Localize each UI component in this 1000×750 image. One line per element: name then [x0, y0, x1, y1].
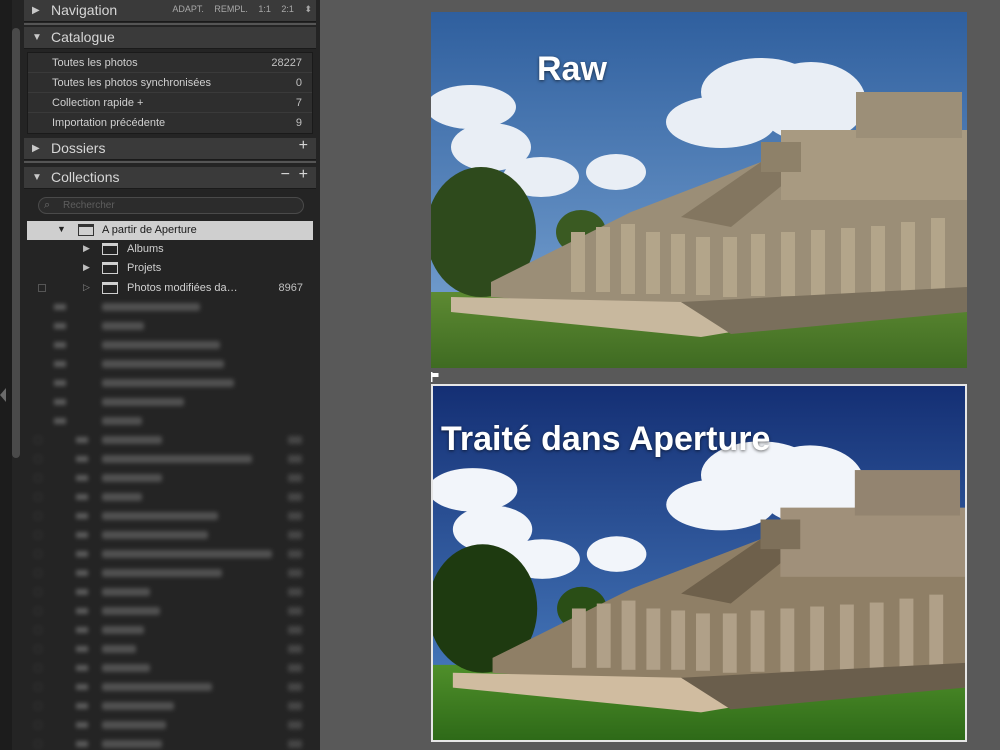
zoom-2to1-option[interactable]: 2:1: [281, 4, 294, 14]
panel-inner: ▶ Navigation ADAPT. REMPL. 1:1 2:1 ⬍ ▼ C…: [24, 0, 318, 750]
list-item[interactable]: [24, 602, 316, 621]
tree-row-count: 8967: [278, 282, 303, 294]
target-checkbox[interactable]: [38, 284, 46, 292]
dossiers-header[interactable]: ▶ Dossiers +: [24, 137, 316, 160]
collection-set-albums[interactable]: ▶ Albums: [27, 240, 313, 259]
box-icon: [102, 243, 118, 255]
box-icon: [102, 262, 118, 274]
collections-header[interactable]: ▼ Collections − +: [24, 166, 316, 189]
processed-label: Traité dans Aperture: [441, 420, 771, 458]
list-item[interactable]: [24, 298, 316, 317]
collection-photos-modifiees[interactable]: ▷ Photos modifiées da… 8967: [27, 279, 313, 298]
panel-collapse-edge[interactable]: [0, 0, 12, 750]
tree-row-label: Projets: [127, 262, 162, 274]
zoom-fill-option[interactable]: REMPL.: [214, 4, 248, 14]
catalogue-row-label: Collection rapide +: [52, 97, 144, 109]
list-item[interactable]: [24, 640, 316, 659]
triangle-right-icon[interactable]: ▶: [83, 243, 90, 254]
list-item[interactable]: [24, 564, 316, 583]
list-item[interactable]: [24, 735, 316, 750]
smart-collection-icon: [102, 282, 118, 294]
catalogue-row-count: 9: [295, 117, 302, 129]
list-item[interactable]: [24, 621, 316, 640]
list-item[interactable]: [24, 393, 316, 412]
catalogue-header[interactable]: ▼ Catalogue: [24, 27, 316, 49]
catalogue-row-count: 28227: [271, 57, 302, 69]
catalogue-row-label: Toutes les photos synchronisées: [52, 77, 211, 89]
add-collection-button[interactable]: +: [299, 166, 308, 184]
list-item[interactable]: [24, 412, 316, 431]
tree-row-label: Photos modifiées da…: [127, 282, 238, 294]
list-item[interactable]: [24, 355, 316, 374]
list-item[interactable]: [24, 336, 316, 355]
triangle-down-icon[interactable]: ▼: [32, 32, 42, 43]
triangle-right-icon[interactable]: ▶: [32, 5, 40, 16]
catalogue-row-quick-collection[interactable]: Collection rapide + 7: [28, 93, 312, 113]
list-item[interactable]: [24, 469, 316, 488]
photo-processed[interactable]: Traité dans Aperture: [431, 384, 967, 742]
list-item[interactable]: [24, 450, 316, 469]
remove-collection-button[interactable]: −: [281, 166, 290, 184]
navigation-zoom-options: ADAPT. REMPL. 1:1 2:1 ⬍: [164, 4, 312, 15]
raw-label: Raw: [537, 50, 607, 88]
add-folder-button[interactable]: +: [299, 137, 308, 155]
list-item[interactable]: [24, 374, 316, 393]
collapse-left-icon[interactable]: [0, 388, 6, 402]
catalogue-row-count: 7: [295, 97, 302, 109]
triangle-down-icon[interactable]: ▼: [57, 224, 66, 234]
navigation-title: Navigation: [51, 2, 118, 18]
temple-photo-raw: [431, 12, 967, 368]
triangle-down-icon[interactable]: ▼: [32, 172, 42, 183]
list-item[interactable]: [24, 507, 316, 526]
divider: [24, 161, 316, 163]
list-item[interactable]: [24, 716, 316, 735]
list-item[interactable]: [24, 583, 316, 602]
obscured-collection-list: [24, 298, 318, 750]
catalogue-row-previous-import[interactable]: Importation précédente 9: [28, 113, 312, 133]
catalogue-list: Toutes les photos 28227 Toutes les photo…: [27, 52, 313, 134]
catalogue-row-synced[interactable]: Toutes les photos synchronisées 0: [28, 73, 312, 93]
zoom-fit-option[interactable]: ADAPT.: [172, 4, 204, 14]
list-item[interactable]: [24, 659, 316, 678]
compare-view: Raw Traité dans Aperture: [320, 0, 1000, 750]
list-item[interactable]: [24, 317, 316, 336]
catalogue-row-label: Importation précédente: [52, 117, 166, 129]
collections-title: Collections: [51, 169, 120, 185]
catalogue-title: Catalogue: [51, 29, 115, 45]
triangle-right-icon[interactable]: ▶: [83, 262, 90, 273]
list-item[interactable]: [24, 488, 316, 507]
tree-row-label: A partir de Aperture: [102, 224, 197, 236]
catalogue-row-label: Toutes les photos: [52, 57, 138, 69]
catalogue-row-all-photos[interactable]: Toutes les photos 28227: [28, 53, 312, 73]
left-panel: ▶ Navigation ADAPT. REMPL. 1:1 2:1 ⬍ ▼ C…: [0, 0, 320, 750]
list-item[interactable]: [24, 697, 316, 716]
zoom-1to1-option[interactable]: 1:1: [258, 4, 271, 14]
collections-search-input[interactable]: ⌕ Rechercher: [38, 197, 304, 214]
collection-set-aperture[interactable]: ▼ A partir de Aperture: [27, 221, 313, 240]
dossiers-title: Dossiers: [51, 140, 106, 156]
triangle-right-icon[interactable]: ▶: [32, 143, 40, 154]
left-panel-scrollbar[interactable]: [12, 28, 20, 458]
list-item[interactable]: [24, 526, 316, 545]
photo-raw[interactable]: Raw: [431, 12, 967, 368]
box-icon: [78, 224, 94, 236]
navigation-header[interactable]: ▶ Navigation ADAPT. REMPL. 1:1 2:1 ⬍: [24, 0, 316, 22]
flag-icon[interactable]: [431, 369, 441, 382]
list-item[interactable]: [24, 545, 316, 564]
collection-set-projets[interactable]: ▶ Projets: [27, 259, 313, 278]
list-item[interactable]: [24, 678, 316, 697]
tree-row-label: Albums: [127, 243, 164, 255]
triangle-right-icon[interactable]: ▷: [83, 282, 90, 293]
divider: [24, 23, 316, 25]
search-icon: ⌕: [44, 199, 51, 211]
catalogue-row-count: 0: [295, 77, 302, 89]
zoom-more-icon[interactable]: ⬍: [304, 4, 312, 14]
list-item[interactable]: [24, 431, 316, 450]
search-placeholder: Rechercher: [63, 200, 115, 211]
